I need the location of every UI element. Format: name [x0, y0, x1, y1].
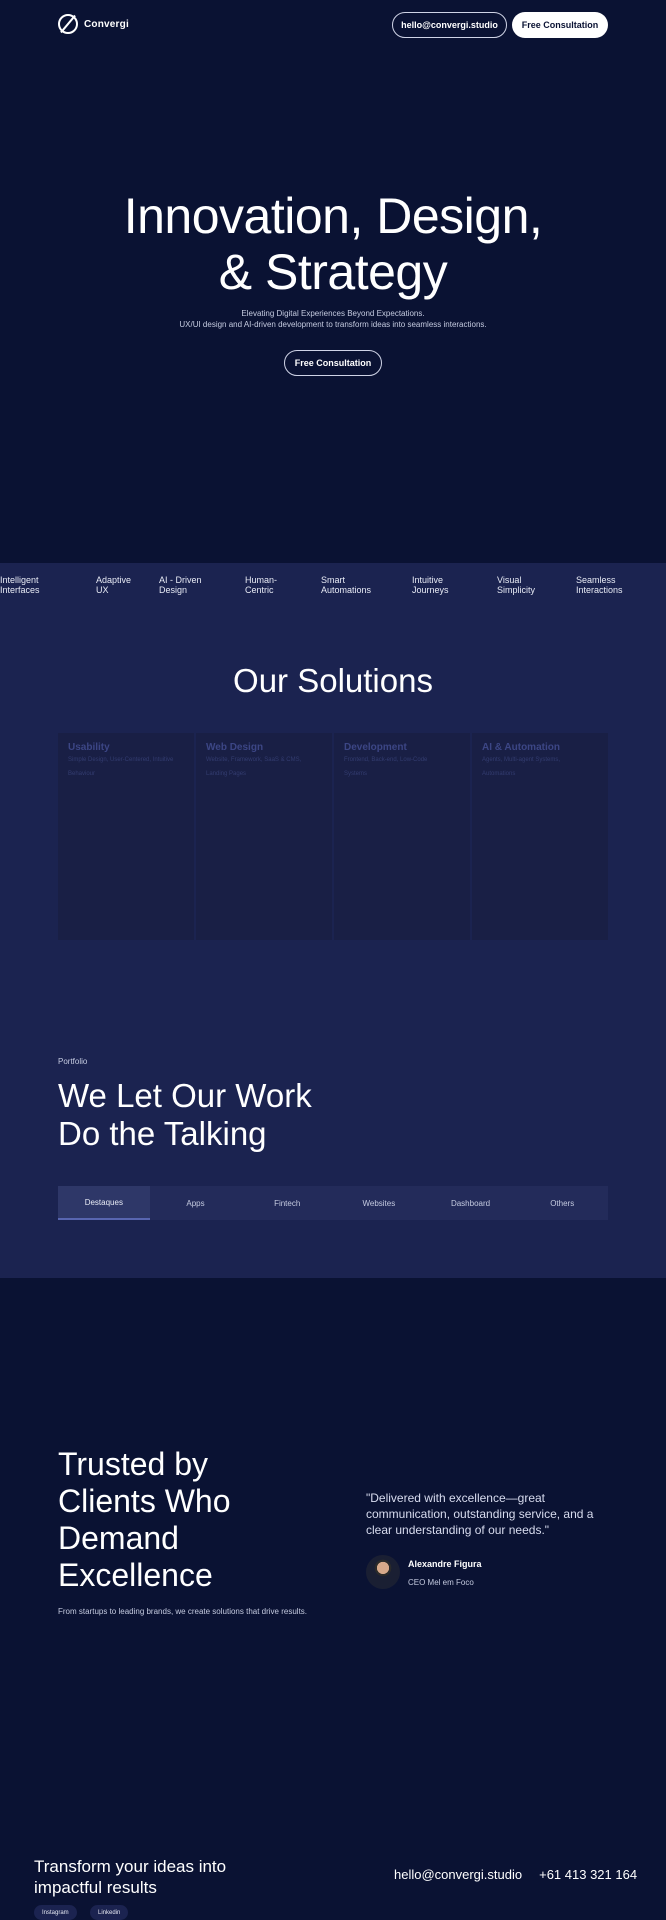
testimonial-author-role: CEO Mel em Foco	[408, 1578, 474, 1587]
portfolio-title: We Let Our Work Do the Talking	[58, 1077, 312, 1153]
hero-consultation-button[interactable]: Free Consultation	[284, 350, 382, 376]
trusted-title-line: Demand	[58, 1520, 179, 1556]
tab-others[interactable]: Others	[516, 1186, 608, 1220]
tab-fintech[interactable]: Fintech	[241, 1186, 333, 1220]
solution-name: AI & Automation	[482, 742, 560, 753]
solution-desc: Agents, Multi-agent Systems,	[482, 757, 561, 763]
footer-phone-link[interactable]: +61 413 321 164	[539, 1867, 637, 1882]
solution-card-usability[interactable]: Usability Simple Design, User-Centered, …	[58, 733, 194, 940]
marquee-item: Smart Automations	[321, 575, 372, 595]
tab-websites[interactable]: Websites	[333, 1186, 425, 1220]
email-button[interactable]: hello@convergi.studio	[392, 12, 507, 38]
footer-title: Transform your ideas into impactful resu…	[34, 1856, 226, 1898]
footer-contacts: hello@convergi.studio +61 413 321 164	[394, 1867, 637, 1882]
testimonial-author-name: Alexandre Figura	[408, 1559, 482, 1569]
solution-card-web-design[interactable]: Web Design Website, Framework, SaaS & CM…	[196, 733, 332, 940]
testimonial-quote: "Delivered with excellence—great communi…	[366, 1491, 594, 1537]
trusted-title-line: Clients Who	[58, 1483, 231, 1519]
marquee-item: Human- Centric	[245, 575, 278, 595]
solution-card-ai-automation[interactable]: AI & Automation Agents, Multi-agent Syst…	[472, 733, 608, 940]
footer-email-link[interactable]: hello@convergi.studio	[394, 1867, 522, 1882]
solutions-cards: Usability Simple Design, User-Centered, …	[58, 733, 608, 940]
solution-name: Development	[344, 742, 407, 753]
hero-title: Innovation, Design, & Strategy	[0, 188, 666, 300]
brand-name: Convergi	[84, 18, 129, 30]
instagram-link[interactable]: Instagram	[34, 1905, 77, 1920]
marquee-item: Visual Simplicity	[497, 575, 536, 595]
header-consultation-button[interactable]: Free Consultation	[512, 12, 608, 38]
logo-icon	[58, 14, 78, 34]
portfolio-title-line: We Let Our Work	[58, 1077, 312, 1114]
hero-title-line: & Strategy	[218, 244, 448, 300]
solution-desc: Frontend, Back-end, Low-Code	[344, 757, 428, 763]
brand-logo[interactable]: Convergi	[58, 14, 129, 34]
trusted-title-line: Trusted by	[58, 1446, 208, 1482]
marquee-item: Adaptive UX	[96, 575, 132, 595]
tab-apps[interactable]: Apps	[150, 1186, 242, 1220]
portfolio-tabs: Destaques Apps Fintech Websites Dashboar…	[58, 1186, 608, 1220]
hero-title-line: Innovation, Design,	[123, 188, 543, 244]
avatar	[366, 1555, 400, 1589]
solution-desc: Behaviour	[68, 771, 96, 777]
solution-desc: Systems	[344, 771, 368, 777]
trusted-subtitle: From startups to leading brands, we crea…	[58, 1607, 308, 1616]
footer-title-line: Transform your ideas into	[34, 1857, 227, 1876]
marquee-item: AI - Driven Design	[159, 575, 202, 595]
solution-desc: Landing Pages	[206, 771, 247, 777]
tab-dashboard[interactable]: Dashboard	[425, 1186, 517, 1220]
linkedin-link[interactable]: Linkedin	[90, 1905, 129, 1920]
solution-card-development[interactable]: Development Frontend, Back-end, Low-Code…	[334, 733, 470, 940]
marquee-item: Intelligent Interfaces	[0, 575, 40, 595]
solution-name: Usability	[68, 742, 110, 753]
hero-subtitle-line: UX/UI design and AI-driven development t…	[179, 320, 487, 329]
solution-desc: Website, Framework, SaaS & CMS,	[206, 757, 302, 763]
tab-destaques[interactable]: Destaques	[58, 1186, 150, 1220]
hero-subtitle-line: Elevating Digital Experiences Beyond Exp…	[241, 309, 425, 318]
portfolio-label: Portfolio	[58, 1057, 88, 1066]
trusted-title: Trusted by Clients Who Demand Excellence	[58, 1446, 231, 1594]
solutions-title: Our Solutions	[233, 662, 433, 699]
trusted-title-line: Excellence	[58, 1557, 213, 1593]
solution-desc: Simple Design, User-Centered, Intuitive	[68, 757, 174, 763]
portfolio-title-line: Do the Talking	[58, 1115, 267, 1152]
footer-title-line: impactful results	[34, 1878, 157, 1897]
marquee-item: Seamless Interactions	[576, 575, 623, 595]
hero-subtitle: Elevating Digital Experiences Beyond Exp…	[0, 308, 666, 330]
marquee-item: Intuitive Journeys	[412, 575, 449, 595]
solution-desc: Automations	[482, 771, 516, 777]
solution-name: Web Design	[206, 742, 264, 753]
